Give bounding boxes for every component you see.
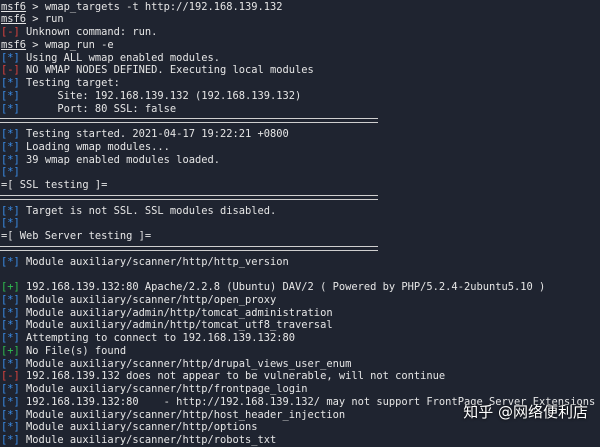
output-text: Module auxiliary/admin/http/tomcat_admin… (26, 306, 333, 319)
info-tag: [*] (1, 77, 20, 89)
output-text: Module auxiliary/scanner/http/host_heade… (26, 408, 346, 421)
terminal-line: msf6 > wmap_run -e (1, 39, 114, 52)
terminal-line: [*] (1, 166, 20, 179)
error-tag: [-] (1, 64, 20, 77)
terminal-line: [*] Module auxiliary/scanner/http/http_v… (1, 256, 289, 269)
prompt-symbol: > (26, 0, 45, 13)
info-tag: [*] (1, 383, 20, 395)
info-tag: [*] (1, 217, 20, 230)
output-text: 39 wmap enabled modules loaded. (26, 153, 220, 166)
separator-rule (0, 118, 378, 124)
terminal-line: [*] Port: 80 SSL: false (1, 103, 176, 116)
terminal-line: [-] 192.168.139.132 does not appear to b… (1, 370, 445, 383)
output-text: Target is not SSL. SSL modules disabled. (26, 204, 277, 217)
output-text: Module auxiliary/scanner/http/frontpage_… (26, 383, 308, 395)
output-text: Site: 192.168.139.132 (192.168.139.132) (26, 89, 302, 102)
terminal-line: [*] Testing started. 2021-04-17 19:22:21… (1, 128, 289, 141)
terminal-line: msf6 > run (1, 13, 64, 26)
terminal-line: [*] Module auxiliary/scanner/http/drupal… (1, 358, 351, 371)
output-text: Attempting to connect to 192.168.139.132… (26, 332, 296, 344)
info-tag: [*] (1, 421, 20, 434)
info-tag: [*] (1, 89, 20, 102)
info-tag: [*] (1, 293, 20, 306)
success-tag: [+] (1, 281, 20, 293)
output-text: 192.168.139.132 does not appear to be vu… (26, 370, 446, 383)
watermark: 知乎 @网络便利店 (463, 403, 588, 421)
terminal-line: [*] Testing target: (1, 77, 120, 90)
terminal-line: =[ SSL testing ]= (1, 179, 107, 192)
error-tag: [-] (1, 370, 20, 383)
output-text: Module auxiliary/scanner/http/drupal_vie… (26, 357, 352, 370)
info-tag: [*] (1, 395, 20, 408)
info-tag: [*] (1, 408, 20, 421)
terminal-line: [*] Attempting to connect to 192.168.139… (1, 332, 295, 345)
output-text: No File(s) found (26, 344, 127, 357)
output-text: Module auxiliary/scanner/http/options (26, 421, 258, 434)
output-text: NO WMAP NODES DEFINED. Executing local m… (26, 64, 314, 77)
prompt-symbol: > (26, 13, 45, 26)
terminal-line: [*] (1, 217, 20, 230)
output-text: Module auxiliary/scanner/http/http_versi… (26, 255, 289, 268)
terminal-line: [*] Module auxiliary/scanner/http/option… (1, 421, 258, 434)
info-tag: [*] (1, 357, 20, 370)
output-text: Module auxiliary/scanner/http/open_proxy (26, 293, 277, 306)
info-tag: [*] (1, 319, 20, 332)
output-text: Loading wmap modules... (26, 140, 170, 153)
terminal-line: [-] NO WMAP NODES DEFINED. Executing loc… (1, 64, 314, 77)
output-text: 192.168.139.132:80 Apache/2.2.8 (Ubuntu)… (26, 281, 546, 293)
info-tag: [*] (1, 140, 20, 153)
output-text: Testing target: (26, 77, 120, 89)
info-tag: [*] (1, 51, 20, 64)
info-tag: [*] (1, 128, 20, 140)
terminal-line: [*] Site: 192.168.139.132 (192.168.139.1… (1, 90, 301, 103)
terminal-line: [*] Module auxiliary/scanner/http/host_h… (1, 409, 345, 422)
terminal-line: [*] Module auxiliary/scanner/http/robots… (1, 434, 276, 447)
output-text: Unknown command: run. (26, 26, 158, 38)
info-tag: [*] (1, 306, 20, 319)
terminal-line: [*] Module auxiliary/scanner/http/open_p… (1, 294, 276, 307)
terminal-line: [*] Module auxiliary/admin/http/tomcat_a… (1, 307, 333, 320)
terminal-line: [*] 39 wmap enabled modules loaded. (1, 154, 220, 167)
prompt-symbol: > (26, 38, 45, 51)
prompt-name: msf6 (1, 38, 27, 51)
terminal-line: [*] Target is not SSL. SSL modules disab… (1, 205, 276, 218)
separator-rule (0, 194, 378, 200)
command-text: run (44, 13, 64, 26)
section-header: =[ Web Server testing ]= (1, 230, 152, 242)
terminal-line: [*] Module auxiliary/admin/http/tomcat_u… (1, 319, 333, 332)
terminal-line: [*] Loading wmap modules... (1, 141, 170, 154)
terminal-line: =[ Web Server testing ]= (1, 230, 151, 243)
info-tag: [*] (1, 255, 20, 268)
terminal-line: msf6 > wmap_targets -t http://192.168.13… (1, 1, 283, 14)
separator-rule (0, 245, 378, 251)
command-text: wmap_targets -t http://192.168.139.132 (44, 0, 283, 13)
terminal-line: [*] Using ALL wmap enabled modules. (1, 52, 220, 65)
output-text: Testing started. 2021-04-17 19:22:21 +08… (26, 128, 289, 140)
info-tag: [*] (1, 153, 20, 166)
prompt-name: msf6 (1, 0, 27, 13)
command-text: wmap_run -e (44, 38, 114, 51)
info-tag: [*] (1, 204, 20, 217)
info-tag: [*] (1, 102, 20, 115)
terminal-line: [-] Unknown command: run. (1, 26, 157, 39)
info-tag: [*] (1, 166, 20, 179)
terminal-window[interactable]: msf6 > wmap_targets -t http://192.168.13… (0, 0, 600, 446)
terminal-line: [*] Module auxiliary/scanner/http/frontp… (1, 383, 308, 396)
section-header: =[ SSL testing ]= (1, 179, 108, 191)
output-text: Module auxiliary/admin/http/tomcat_utf8_… (26, 319, 333, 332)
terminal-line: [+] No File(s) found (1, 345, 126, 358)
success-tag: [+] (1, 344, 20, 357)
info-tag: [*] (1, 332, 20, 344)
prompt-name: msf6 (1, 13, 27, 26)
info-tag: [*] (1, 434, 20, 446)
output-text: Module auxiliary/scanner/http/robots_txt (26, 434, 277, 446)
output-text: Using ALL wmap enabled modules. (26, 51, 220, 64)
output-text: Port: 80 SSL: false (26, 102, 177, 115)
terminal-line: [+] 192.168.139.132:80 Apache/2.2.8 (Ubu… (1, 281, 545, 294)
error-tag: [-] (1, 26, 20, 38)
